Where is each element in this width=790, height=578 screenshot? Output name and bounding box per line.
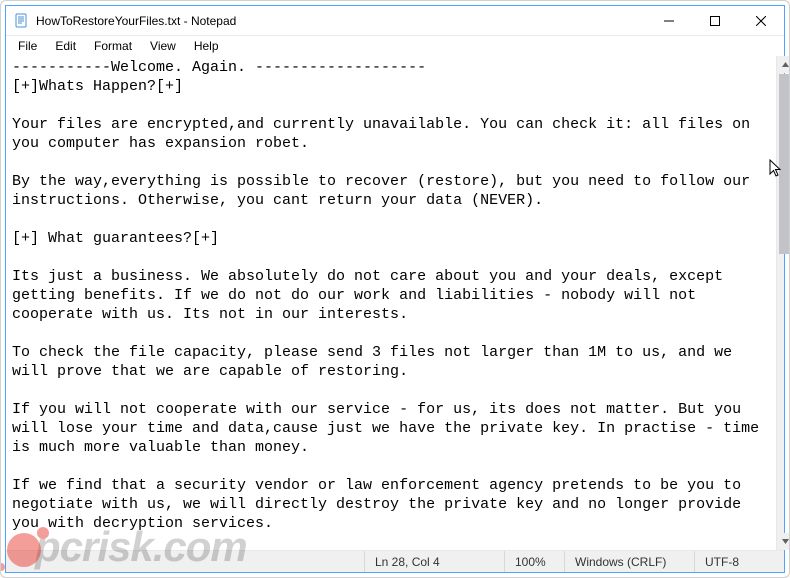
menu-view[interactable]: View bbox=[142, 38, 184, 54]
status-position: Ln 28, Col 4 bbox=[364, 551, 504, 572]
outer-frame: HowToRestoreYourFiles.txt - Notepad File… bbox=[0, 0, 790, 578]
status-zoom: 100% bbox=[504, 551, 564, 572]
scroll-thumb[interactable] bbox=[779, 74, 790, 254]
status-encoding: UTF-8 bbox=[694, 551, 784, 572]
scroll-down-button[interactable] bbox=[777, 533, 790, 550]
status-eol: Windows (CRLF) bbox=[564, 551, 694, 572]
scroll-up-button[interactable] bbox=[777, 56, 790, 73]
menu-help[interactable]: Help bbox=[186, 38, 227, 54]
menu-file[interactable]: File bbox=[10, 38, 45, 54]
vertical-scrollbar[interactable] bbox=[776, 56, 784, 550]
maximize-button[interactable] bbox=[692, 6, 738, 36]
menubar: File Edit Format View Help bbox=[6, 36, 784, 56]
statusbar: Ln 28, Col 4 100% Windows (CRLF) UTF-8 bbox=[6, 550, 784, 572]
window-title: HowToRestoreYourFiles.txt - Notepad bbox=[36, 14, 236, 28]
close-button[interactable] bbox=[738, 6, 784, 36]
titlebar[interactable]: HowToRestoreYourFiles.txt - Notepad bbox=[6, 6, 784, 36]
menu-edit[interactable]: Edit bbox=[47, 38, 84, 54]
minimize-button[interactable] bbox=[646, 6, 692, 36]
text-editor[interactable]: -----------Welcome. Again. -------------… bbox=[6, 56, 776, 550]
menu-format[interactable]: Format bbox=[86, 38, 140, 54]
notepad-window: HowToRestoreYourFiles.txt - Notepad File… bbox=[5, 5, 785, 573]
app-icon bbox=[14, 13, 30, 29]
client-area: -----------Welcome. Again. -------------… bbox=[6, 56, 784, 550]
